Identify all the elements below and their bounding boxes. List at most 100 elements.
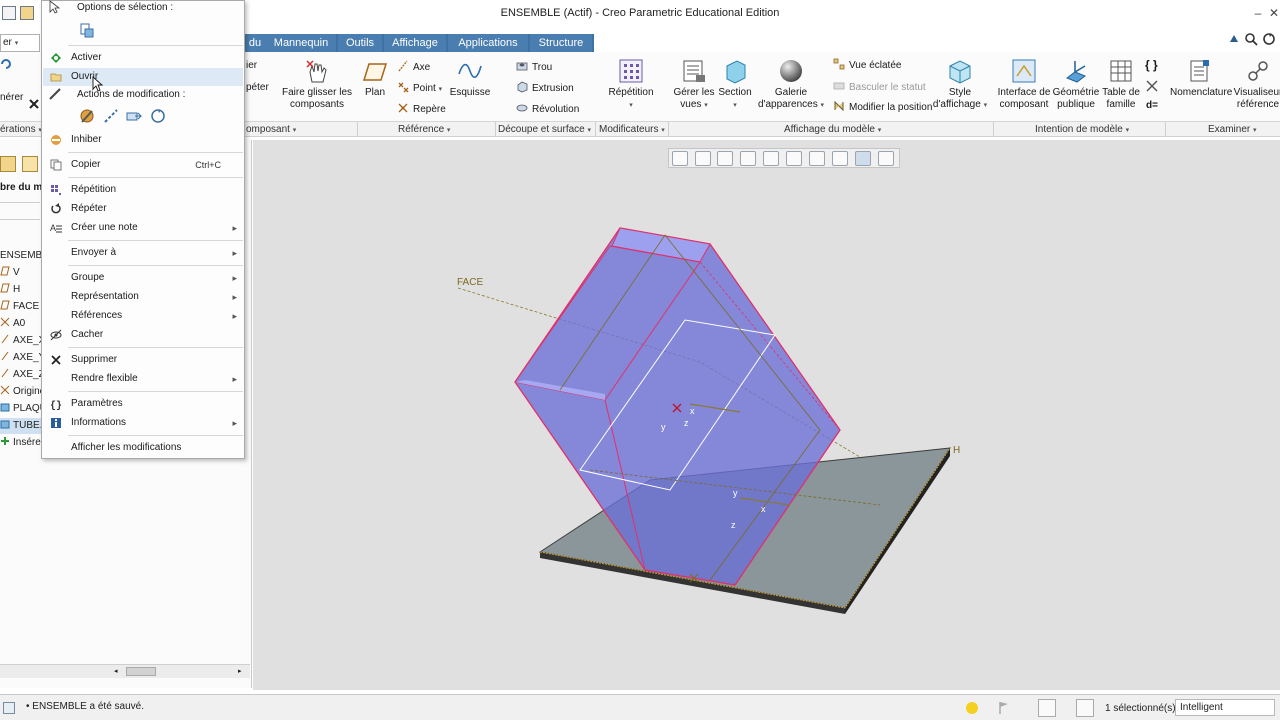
appearance-gallery-button[interactable]: Galerie d'apparences ▾ — [756, 58, 826, 112]
menu-item-afficher-modifications[interactable]: Afficher les modifications — [43, 439, 243, 457]
tree-item[interactable]: V — [0, 265, 20, 281]
view-manager-icon[interactable] — [809, 151, 825, 166]
help-icon[interactable] — [1227, 32, 1241, 46]
repaint-icon[interactable] — [740, 151, 756, 166]
tree-item[interactable]: Origine — [0, 384, 45, 400]
extrude-button[interactable]: Extrusion — [516, 81, 574, 94]
edit-parameters-icon[interactable] — [102, 107, 120, 125]
annotation-display-icon[interactable] — [878, 151, 894, 166]
bom-button[interactable]: Nomenclature — [1170, 58, 1232, 99]
tree-item[interactable]: AXE_Z — [0, 367, 45, 383]
menu-item-activer[interactable]: Activer — [43, 49, 243, 67]
tab-modele[interactable]: du — [244, 34, 266, 52]
display-style-button[interactable]: Style d'affichage ▾ — [930, 58, 990, 112]
menu-item-creer-note[interactable]: A Créer une note ▸ — [43, 219, 243, 237]
menu-item-groupe[interactable]: Groupe ▸ — [43, 269, 243, 287]
menu-item-informations[interactable]: Informations ▸ — [43, 414, 243, 432]
tree-item[interactable]: AXE_Y — [0, 350, 45, 366]
reference-viewer-button[interactable]: Visualiseur référence — [1230, 58, 1280, 111]
tree-item[interactable]: Insérer — [0, 435, 44, 451]
tab-outils[interactable]: Outils — [338, 34, 382, 52]
axis-button[interactable]: Axe — [397, 60, 430, 73]
tree-item[interactable]: A0 — [0, 316, 25, 332]
menu-item-rendre-flexible[interactable]: Rendre flexible ▸ — [43, 370, 243, 388]
section-button[interactable]: Section ▾ — [716, 58, 754, 112]
group-model-display[interactable]: Affichage du modèle ▾ — [784, 124, 881, 135]
menu-item-parametres[interactable]: {} Paramètres — [43, 395, 243, 413]
group-cut-surface[interactable]: Découpe et surface ▾ — [498, 124, 591, 135]
menu-item-ouvrir[interactable]: Ouvrir — [43, 68, 243, 86]
file-menu-button[interactable]: er ▾ — [0, 34, 40, 52]
menu-item-supprimer[interactable]: Supprimer — [43, 351, 243, 369]
regenerate-button[interactable]: nérer — [0, 92, 23, 103]
zoom-out-icon[interactable] — [717, 151, 733, 166]
tree-item[interactable]: FACE — [0, 299, 39, 315]
scroll-right-arrow[interactable]: ▸ — [238, 667, 246, 676]
edit-definition-icon[interactable] — [78, 107, 96, 125]
display-style-icon[interactable] — [763, 151, 779, 166]
revolve-button[interactable]: Révolution — [516, 102, 579, 115]
repeat-partial[interactable]: péter — [246, 82, 269, 93]
datum-display-icon[interactable] — [832, 151, 848, 166]
group-investigate[interactable]: Examiner ▾ — [1208, 124, 1257, 135]
menu-item-cacher[interactable]: Cacher — [43, 326, 243, 344]
tab-applications[interactable]: Applications — [448, 34, 528, 52]
toggle-status-button[interactable]: Basculer le statut — [833, 80, 926, 93]
sun-icon[interactable] — [966, 702, 978, 714]
edit-references-icon[interactable] — [149, 107, 167, 125]
braces-icon[interactable]: { } — [1145, 58, 1159, 72]
group-composant[interactable]: omposant ▾ — [246, 124, 296, 135]
star-icon[interactable] — [22, 156, 38, 172]
drag-components-button[interactable]: Faire glisser les composants — [280, 58, 354, 111]
search-icon[interactable] — [1244, 32, 1258, 46]
tab-affichage[interactable]: Affichage — [384, 34, 446, 52]
group-reference[interactable]: Référence ▾ — [398, 124, 450, 135]
flag-icon[interactable] — [998, 701, 1010, 714]
menu-item-copier[interactable]: Copier Ctrl+C — [43, 156, 243, 174]
csys-button[interactable]: Repère — [397, 102, 446, 115]
saved-views-icon[interactable] — [786, 151, 802, 166]
scroll-thumb[interactable] — [126, 667, 156, 676]
find-binoculars-icon[interactable] — [1038, 699, 1056, 717]
zoom-in-icon[interactable] — [695, 151, 711, 166]
group-model-intent[interactable]: Intention de modèle ▾ — [1035, 124, 1129, 135]
tree-item[interactable]: PLAQU — [0, 401, 47, 417]
group-modifiers[interactable]: Modificateurs ▾ — [599, 124, 665, 135]
tree-horizontal-scrollbar[interactable]: ◂ ▸ — [0, 664, 250, 678]
menu-item-references[interactable]: Références ▸ — [43, 307, 243, 325]
scroll-left-arrow[interactable]: ◂ — [114, 667, 122, 676]
redefine-icon[interactable] — [125, 107, 143, 125]
tree-item[interactable]: AXE_X — [0, 333, 45, 349]
plane-button[interactable]: Plan — [360, 58, 390, 99]
spin-center-icon[interactable] — [855, 151, 871, 166]
menu-item-repetition[interactable]: Répétition — [43, 181, 243, 199]
refit-icon[interactable] — [672, 151, 688, 166]
regen-x-icon[interactable] — [1146, 80, 1158, 92]
menu-item-envoyer[interactable]: Envoyer à ▸ — [43, 244, 243, 262]
manage-views-button[interactable]: Gérer les vues ▾ — [672, 58, 716, 112]
create-partial[interactable]: ier — [246, 60, 257, 71]
tab-structure[interactable]: Structure — [530, 34, 592, 52]
edit-position-button[interactable]: Modifier la position — [833, 100, 932, 113]
select-component-icon[interactable] — [78, 21, 96, 39]
smart-filter-dropdown[interactable]: Intelligent — [1175, 699, 1275, 716]
point-button[interactable]: Point ▾ — [397, 81, 442, 94]
public-geometry-button[interactable]: Géométrie publique — [1052, 58, 1100, 111]
family-table-button[interactable]: Table de famille — [1102, 58, 1140, 111]
message-log-icon[interactable] — [3, 702, 15, 714]
close-button[interactable]: ✕ — [1265, 4, 1280, 22]
graphics-viewport[interactable]: FACE H y z x y z x — [253, 140, 1280, 690]
sketch-button[interactable]: Esquisse — [448, 58, 492, 99]
relations-icon[interactable]: d= — [1146, 100, 1160, 114]
menu-item-repeter[interactable]: Répéter — [43, 200, 243, 218]
delete-x-icon[interactable] — [28, 98, 40, 110]
menu-item-representation[interactable]: Représentation ▸ — [43, 288, 243, 306]
selection-filter-icon[interactable] — [1076, 699, 1094, 717]
tab-mannequin[interactable]: Mannequin — [266, 34, 336, 52]
refresh-icon[interactable] — [1262, 32, 1276, 46]
pattern-button[interactable]: Répétition ▾ — [606, 58, 656, 112]
tree-item[interactable]: H — [0, 282, 20, 298]
exploded-view-button[interactable]: Vue éclatée — [833, 58, 901, 71]
hole-button[interactable]: Trou — [516, 60, 552, 73]
group-operations[interactable]: érations ▾ — [0, 124, 42, 135]
